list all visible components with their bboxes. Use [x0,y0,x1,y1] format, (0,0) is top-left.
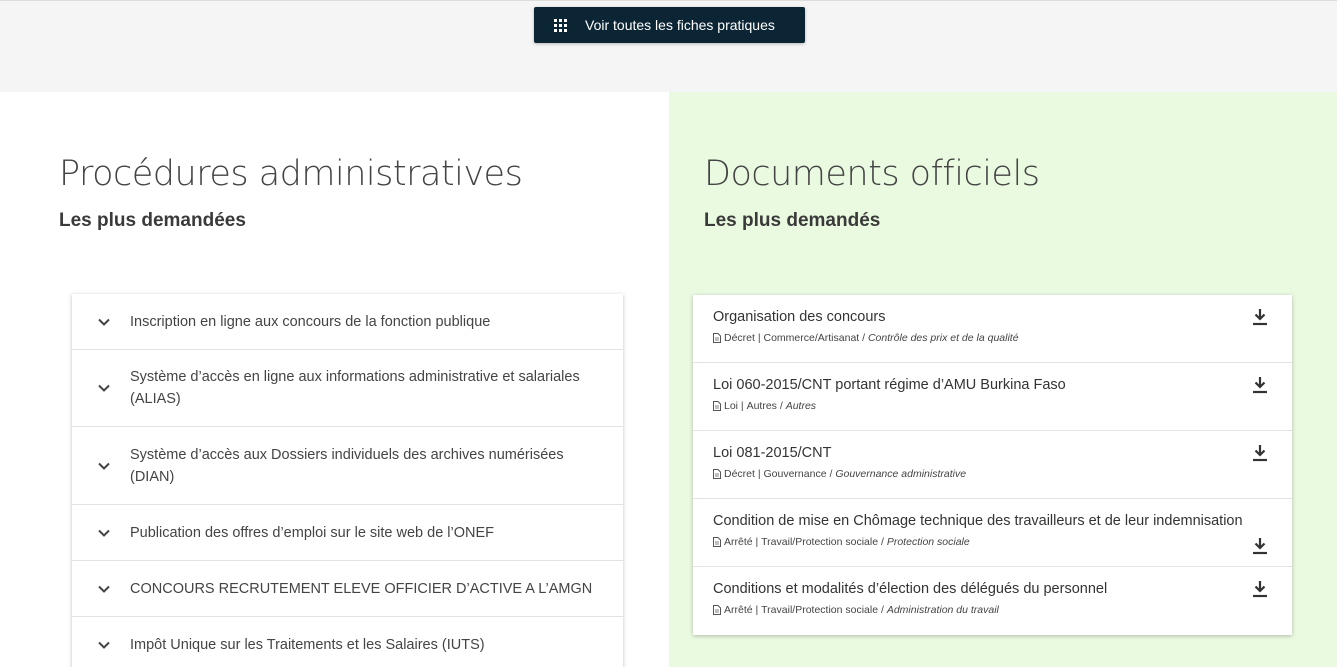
accordion-item[interactable]: Système d’accès en ligne aux information… [72,350,623,427]
document-item: Loi 060-2015/CNT portant régime d’AMU Bu… [693,363,1292,431]
top-band: Voir toutes les fiches pratiques [0,0,1337,92]
accordion-item-label: Inscription en ligne aux concours de la … [130,313,491,330]
document-meta: Décret | Gouvernance / Gouvernance admin… [713,468,1272,480]
document-category: Commerce/Artisanat [763,332,860,344]
document-category: Travail/Protection sociale [761,604,879,616]
document-category: Gouvernance [763,468,827,480]
document-item: Organisation des concours Décret | Comme… [693,295,1292,363]
file-icon [713,537,721,547]
accordion-item-label: Système d’accès aux Dossiers individuels… [130,446,564,485]
document-meta: Loi | Autres / Autres [713,400,1272,412]
document-type: Arrêté [724,536,753,548]
document-title[interactable]: Loi 081-2015/CNT [713,443,1272,463]
all-fiches-button[interactable]: Voir toutes les fiches pratiques [534,7,805,43]
document-title[interactable]: Condition de mise en Chômage technique d… [713,511,1272,531]
document-type: Décret [724,468,755,480]
download-icon[interactable] [1252,376,1268,394]
accordion-item-label: CONCOURS RECRUTEMENT ELEVE OFFICIER D’AC… [130,580,593,597]
document-item: Conditions et modalités d’élection des d… [693,567,1292,635]
accordion-item[interactable]: Système d’accès aux Dossiers individuels… [72,427,623,505]
accordion-item[interactable]: Publication des offres d’emploi sur le s… [72,505,623,561]
document-type: Arrêté [724,604,753,616]
document-meta: Arrêté | Travail/Protection sociale / Ad… [713,604,1272,616]
document-meta: Arrêté | Travail/Protection sociale / Pr… [713,536,1272,548]
accordion-item[interactable]: CONCOURS RECRUTEMENT ELEVE OFFICIER D’AC… [72,561,623,617]
download-icon[interactable] [1252,580,1268,598]
download-icon[interactable] [1252,537,1268,555]
file-icon [713,605,721,615]
file-icon [713,401,721,411]
document-title[interactable]: Loi 060-2015/CNT portant régime d’AMU Bu… [713,375,1272,395]
document-title[interactable]: Conditions et modalités d’élection des d… [713,579,1272,599]
document-topic: Administration du travail [886,604,999,616]
procedures-section: Procédures administratives Les plus dema… [0,92,669,667]
document-meta: Décret | Commerce/Artisanat / Contrôle d… [713,332,1272,344]
documents-section: Documents officiels Les plus demandés Or… [669,92,1337,667]
document-category: Autres [746,400,777,412]
chevron-down-icon [98,318,110,326]
chevron-down-icon [98,384,110,392]
download-icon[interactable] [1252,444,1268,462]
accordion-item-label: Publication des offres d’emploi sur le s… [130,524,495,541]
documents-title: Documents officiels [704,154,1040,194]
accordion-item[interactable]: Inscription en ligne aux concours de la … [72,294,623,350]
procedures-title: Procédures administratives [59,154,523,194]
document-topic: Gouvernance administrative [835,468,967,480]
accordion-item-label: Système d’accès en ligne aux information… [130,369,580,407]
chevron-down-icon [98,462,110,470]
all-fiches-button-label: Voir toutes les fiches pratiques [585,17,775,33]
accordion-item-label: Impôt Unique sur les Traitements et les … [130,636,485,653]
document-item: Condition de mise en Chômage technique d… [693,499,1292,567]
chevron-down-icon [98,585,110,593]
documents-list: Organisation des concours Décret | Comme… [693,295,1292,635]
download-icon[interactable] [1252,308,1268,326]
grid-icon [554,18,567,32]
document-topic: Protection sociale [886,536,970,548]
procedures-accordion: Inscription en ligne aux concours de la … [72,294,623,667]
file-icon [713,333,721,343]
document-item: Loi 081-2015/CNT Décret | Gouvernance / … [693,431,1292,499]
chevron-down-icon [98,641,110,649]
file-icon [713,469,721,479]
document-topic: Contrôle des prix et de la qualité [867,332,1019,344]
document-title[interactable]: Organisation des concours [713,307,1272,327]
document-type: Loi [724,400,739,412]
document-type: Décret [724,332,755,344]
accordion-item[interactable]: Impôt Unique sur les Traitements et les … [72,617,623,667]
procedures-subtitle: Les plus demandées [59,210,246,231]
document-topic: Autres [785,400,817,412]
chevron-down-icon [98,529,110,537]
documents-subtitle: Les plus demandés [704,210,881,231]
document-category: Travail/Protection sociale [761,536,879,548]
